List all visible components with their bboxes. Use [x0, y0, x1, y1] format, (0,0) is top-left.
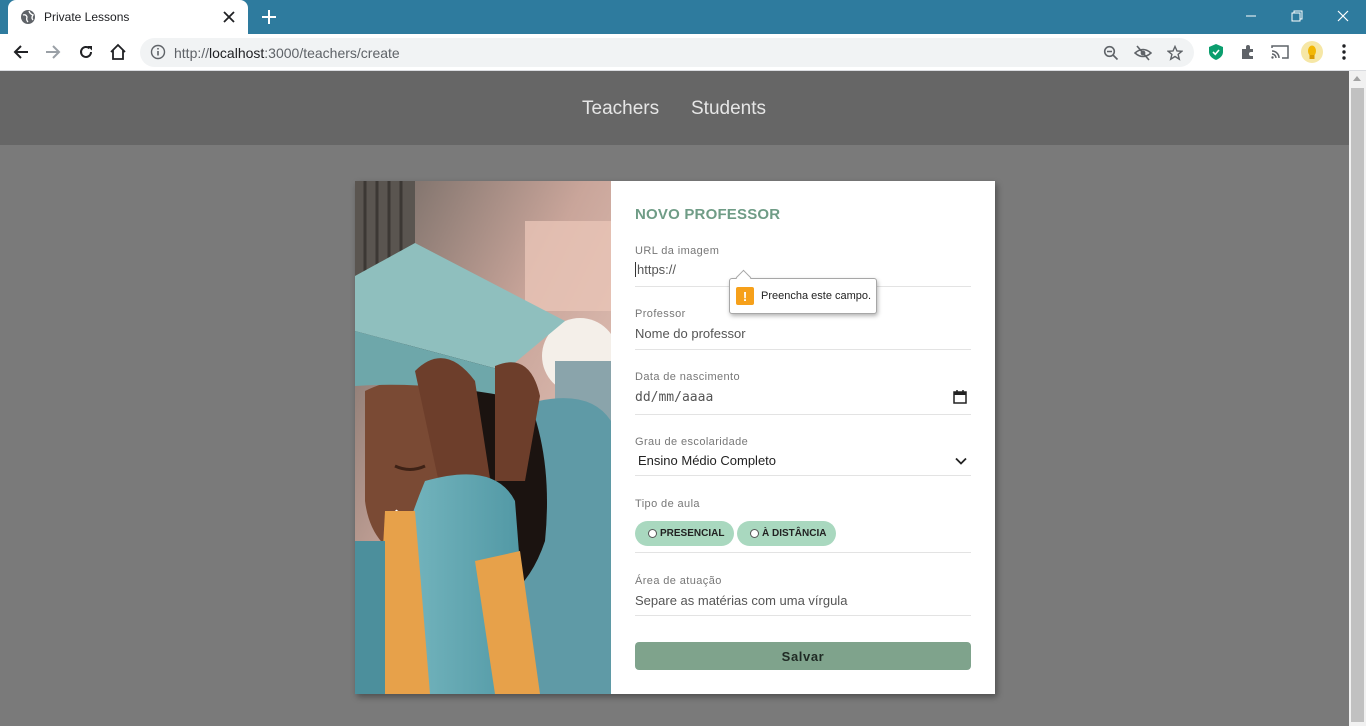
graduation-photo [355, 181, 611, 694]
browser-tab-strip: Private Lessons [0, 0, 1366, 34]
browser-toolbar: http://localhost:3000/teachers/create [0, 34, 1366, 71]
page-scrollbar[interactable] [1349, 71, 1366, 726]
scrollbar-thumb[interactable] [1351, 88, 1364, 722]
teacher-name-label: Professor [635, 308, 686, 320]
avatar-url-label: URL da imagem [635, 245, 720, 257]
reload-button[interactable] [73, 39, 99, 65]
minimize-button[interactable] [1231, 4, 1271, 28]
eye-off-icon[interactable] [1132, 42, 1154, 64]
avatar-url-input[interactable]: https:// [635, 262, 676, 277]
teacher-name-input[interactable]: Nome do professor [635, 326, 746, 341]
form-title: NOVO PROFESSOR [635, 206, 781, 223]
close-tab-icon[interactable] [220, 8, 238, 26]
radio-circle[interactable] [750, 529, 759, 538]
menu-kebab-icon[interactable] [1331, 39, 1357, 65]
chevron-down-icon[interactable] [954, 454, 968, 468]
radio-distancia-label: À DISTÂNCIA [762, 528, 827, 539]
teacher-name-field: Professor Nome do professor [635, 308, 971, 350]
subjects-field: Área de atuação Separe as matérias com u… [635, 575, 971, 616]
tab-title: Private Lessons [44, 10, 130, 24]
save-button[interactable]: Salvar [635, 642, 971, 670]
nav-link-students[interactable]: Students [691, 98, 766, 120]
browser-tab[interactable]: Private Lessons [8, 0, 248, 34]
radio-distancia[interactable]: À DISTÂNCIA [737, 521, 837, 546]
warning-icon: ! [736, 287, 754, 305]
url-text: http://localhost:3000/teachers/create [174, 45, 400, 61]
back-button[interactable] [8, 39, 34, 65]
zoom-icon[interactable] [1100, 42, 1122, 64]
globe-icon [20, 9, 36, 25]
shield-extension-icon[interactable] [1203, 39, 1229, 65]
new-tab-button[interactable] [258, 6, 280, 28]
bookmark-star-icon[interactable] [1164, 42, 1186, 64]
page-viewport: Teachers Students NOVO PROFESSOR URL da … [0, 71, 1349, 726]
nav-link-teachers[interactable]: Teachers [582, 98, 659, 120]
teacher-form: NOVO PROFESSOR URL da imagem https:// Pr… [635, 181, 971, 694]
education-label: Grau de escolaridade [635, 436, 749, 448]
class-type-field: Tipo de aula PRESENCIAL À DISTÂNCIA [635, 498, 971, 553]
teacher-form-card: NOVO PROFESSOR URL da imagem https:// Pr… [355, 181, 995, 694]
forward-button[interactable] [40, 39, 66, 65]
validation-tooltip: ! Preencha este campo. [729, 269, 877, 314]
radio-presencial[interactable]: PRESENCIAL [635, 521, 735, 546]
education-select[interactable]: Ensino Médio Completo [638, 453, 776, 468]
radio-presencial-label: PRESENCIAL [660, 528, 725, 539]
birth-date-field: Data de nascimento dd/mm/aaaa [635, 371, 971, 415]
address-bar[interactable]: http://localhost:3000/teachers/create [140, 38, 1194, 67]
profile-avatar-icon[interactable] [1299, 39, 1325, 65]
site-header: Teachers Students [0, 71, 1349, 145]
close-window-button[interactable] [1323, 4, 1363, 28]
scroll-up-arrow-icon[interactable] [1353, 76, 1361, 81]
validation-message: Preencha este campo. [761, 290, 872, 302]
extensions-puzzle-icon[interactable] [1235, 39, 1261, 65]
text-caret [635, 262, 636, 277]
cast-icon[interactable] [1267, 39, 1293, 65]
birth-date-label: Data de nascimento [635, 371, 741, 383]
restore-button[interactable] [1277, 4, 1317, 28]
info-icon[interactable] [150, 44, 166, 60]
subjects-label: Área de atuação [635, 575, 722, 587]
home-button[interactable] [105, 39, 131, 65]
birth-date-input[interactable]: dd/mm/aaaa [635, 390, 713, 405]
education-field: Grau de escolaridade Ensino Médio Comple… [635, 436, 971, 476]
calendar-icon[interactable] [952, 389, 968, 405]
radio-circle[interactable] [648, 529, 657, 538]
subjects-input[interactable]: Separe as matérias com uma vírgula [635, 593, 847, 608]
class-type-label: Tipo de aula [635, 498, 700, 510]
